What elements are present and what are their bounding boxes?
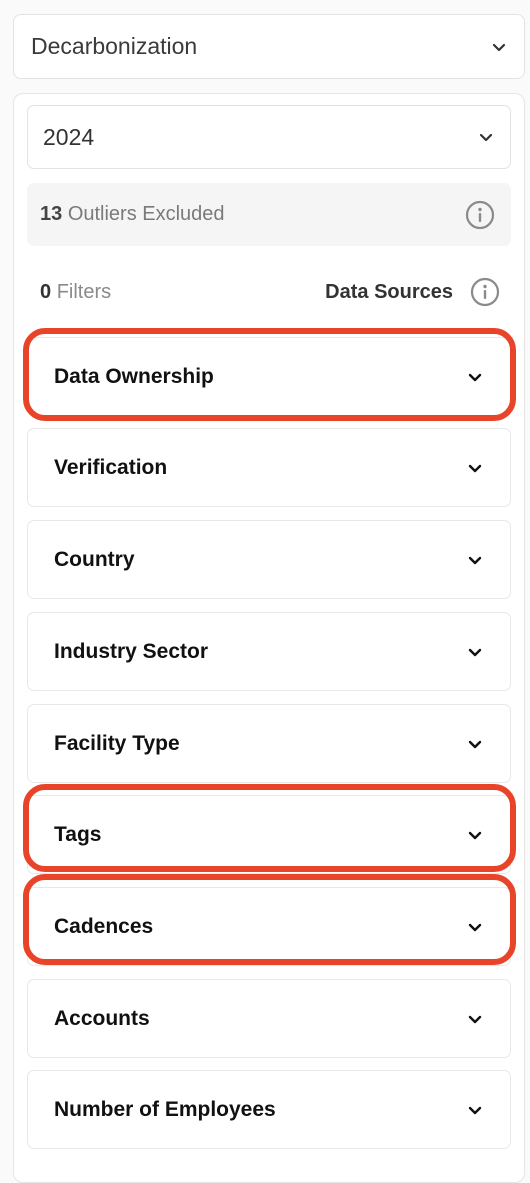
metric-select[interactable]: Decarbonization bbox=[13, 14, 525, 79]
filter-summary-bar: 0 Filters Data Sources bbox=[40, 272, 500, 312]
accordion-verification[interactable]: Verification bbox=[27, 428, 511, 507]
year-select-value: 2024 bbox=[43, 123, 95, 150]
chevron-down-icon bbox=[466, 459, 484, 477]
chevron-down-icon bbox=[466, 368, 484, 386]
accordion-data-ownership[interactable]: Data Ownership bbox=[27, 337, 511, 416]
accordion-label: Accounts bbox=[54, 1006, 150, 1030]
accordion-label: Cadences bbox=[54, 914, 154, 938]
accordion-label: Tags bbox=[54, 822, 102, 846]
accordion-cadences[interactable]: Cadences bbox=[27, 887, 511, 966]
chevron-down-icon bbox=[466, 1101, 484, 1119]
accordion-label: Industry Sector bbox=[54, 639, 209, 663]
chevron-down-icon bbox=[477, 128, 495, 146]
filter-count-number: 0 bbox=[40, 280, 52, 303]
accordion-label: Number of Employees bbox=[54, 1097, 276, 1121]
accordion-number-of-employees[interactable]: Number of Employees bbox=[27, 1070, 511, 1149]
outliers-label: Outliers Excluded bbox=[67, 203, 225, 225]
accordion-accounts[interactable]: Accounts bbox=[27, 979, 511, 1058]
filter-count: 0 Filters bbox=[40, 281, 325, 304]
accordion-label: Verification bbox=[54, 455, 168, 479]
outliers-text: 13 Outliers Excluded bbox=[40, 203, 465, 226]
data-sources-label[interactable]: Data Sources bbox=[325, 281, 453, 304]
accordion-facility-type[interactable]: Facility Type bbox=[27, 704, 511, 783]
chevron-down-icon bbox=[466, 551, 484, 569]
info-icon[interactable] bbox=[470, 277, 500, 307]
accordion-country[interactable]: Country bbox=[27, 520, 511, 599]
accordion-tags[interactable]: Tags bbox=[27, 795, 511, 874]
accordion-label: Country bbox=[54, 547, 135, 571]
chevron-down-icon bbox=[466, 1010, 484, 1028]
outliers-count: 13 bbox=[40, 203, 63, 225]
chevron-down-icon bbox=[490, 38, 508, 56]
accordion-label: Data Ownership bbox=[54, 364, 214, 388]
chevron-down-icon bbox=[466, 918, 484, 936]
chevron-down-icon bbox=[466, 643, 484, 661]
info-icon[interactable] bbox=[465, 200, 495, 230]
chevron-down-icon bbox=[466, 826, 484, 844]
metric-select-value: Decarbonization bbox=[31, 33, 198, 59]
filter-count-label: Filters bbox=[56, 280, 112, 303]
outliers-excluded-banner: 13 Outliers Excluded bbox=[27, 183, 511, 246]
chevron-down-icon bbox=[466, 735, 484, 753]
year-select[interactable]: 2024 bbox=[27, 105, 511, 169]
accordion-label: Facility Type bbox=[54, 731, 180, 755]
accordion-industry-sector[interactable]: Industry Sector bbox=[27, 612, 511, 691]
